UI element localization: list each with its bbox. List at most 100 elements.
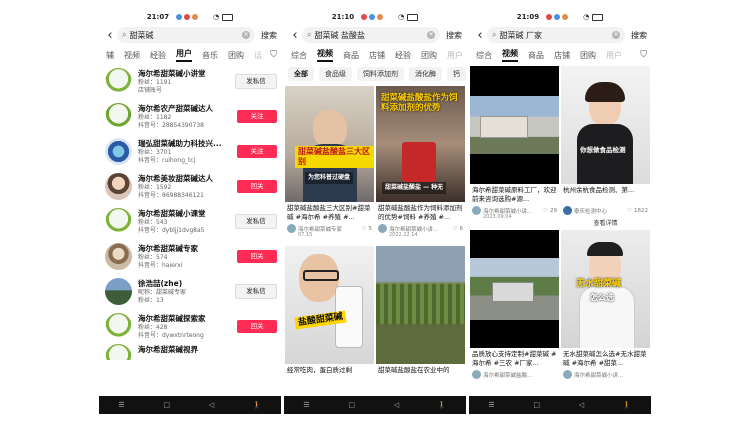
back-icon[interactable]: ‹	[473, 28, 487, 43]
video-card[interactable]: 盐酸甜菜碱 经常吃肉，蛋白质过剩	[285, 246, 374, 384]
clear-icon[interactable]: ✕	[427, 31, 435, 39]
user-nickname: 昵称：甜菜碱专家	[138, 289, 187, 296]
tab-shops[interactable]: 店铺	[369, 50, 385, 61]
home-icon[interactable]: □	[163, 401, 170, 409]
home-icon[interactable]: □	[533, 401, 540, 409]
video-card[interactable]: 甜菜碱盐酸盐在农业中的	[376, 246, 465, 384]
tab-video[interactable]: 视频	[317, 48, 333, 62]
back-icon[interactable]: ‹	[103, 28, 117, 43]
tab-group-buy[interactable]: 团购	[421, 50, 437, 61]
tab-topic[interactable]: 话	[254, 50, 262, 61]
user-fans: 粉丝：574	[138, 254, 168, 261]
filter-icon[interactable]: ⛉	[270, 50, 277, 60]
status-time: 21:09	[516, 13, 540, 21]
back-nav-icon[interactable]: ◁	[579, 401, 584, 409]
chip-feed-additive[interactable]: 饲料添加剂	[357, 67, 404, 81]
author-avatar	[472, 370, 481, 379]
notification-icon	[184, 14, 191, 20]
user-id: 抖音号：ruihong_tcj	[138, 157, 196, 164]
tab-music[interactable]: 音乐	[202, 50, 218, 61]
follow-button[interactable]: 关注	[237, 110, 277, 123]
follow-back-button[interactable]: 回关	[237, 250, 277, 263]
user-name: 海尔希甜菜碱专家	[138, 244, 198, 253]
video-card[interactable]: 品质放心支持定制#甜菜碱 #海尔希 #三农 #厂家... 海尔希甜菜碱盐酸...	[470, 230, 559, 381]
user-id: 抖音号：haierxi	[138, 262, 183, 269]
user-row[interactable]: 海尔希甜菜碱小课堂 粉丝：543 抖音号：dybljj1dvg8a5 发私信	[99, 204, 281, 239]
search-button[interactable]: 搜索	[261, 30, 277, 41]
video-card[interactable]: 海尔希甜菜碱原料工厂，欢迎前来咨询选购#源... 海尔希甜菜碱小讲... ♡ 29 …	[470, 66, 559, 220]
video-card[interactable]: 甜菜碱盐酸盐作为饲料添加剂的优势 甜菜碱盐酸盐 — 种无 甜菜碱盐酸盐作为饲料添…	[376, 86, 465, 238]
menu-icon[interactable]: ☰	[303, 401, 309, 409]
user-row[interactable]: 海尔希甜菜碱探索家 粉丝：428 抖音号：dywxtnrteong 回关	[99, 309, 281, 344]
accessibility-icon[interactable]: 🚶	[623, 401, 632, 409]
view-details-link[interactable]: 查看详情	[561, 218, 650, 227]
tab-general[interactable]: 综合	[476, 50, 492, 61]
clear-icon[interactable]: ✕	[242, 31, 250, 39]
tab-users[interactable]: 用户	[447, 50, 463, 61]
search-input[interactable]: ⌕ 甜菜碱 厂家 ✕	[487, 27, 625, 43]
follow-button[interactable]: 关注	[237, 145, 277, 158]
user-row[interactable]: 瑞弘甜菜碱助力科技兴... 粉丝：3701 抖音号：ruihong_tcj 关注	[99, 134, 281, 169]
video-card[interactable]: 甜菜碱盐酸盐三大区别 为您科普过硬盘 甜菜碱盐酸盐三大区别#甜菜碱 #海尔希 #…	[285, 86, 374, 238]
accessibility-icon[interactable]: 🚶	[253, 401, 262, 409]
user-row[interactable]: 海尔希甜菜碱视界	[99, 344, 281, 360]
filter-icon[interactable]: ⛉	[640, 50, 647, 60]
message-button[interactable]: 发私信	[235, 74, 277, 89]
tab-general[interactable]: 综合	[291, 50, 307, 61]
user-row[interactable]: 海尔希美妆甜菜碱达人 粉丝：1592 抖音号：86988346121 回关	[99, 169, 281, 204]
tab-group-buy[interactable]: 团购	[228, 50, 244, 61]
notification-icon	[377, 14, 384, 20]
tab-products[interactable]: 商品	[343, 50, 359, 61]
menu-icon[interactable]: ☰	[488, 401, 494, 409]
user-row[interactable]: 徐浩喆(zhe) 昵称：甜菜碱专家 粉丝：13 发私信	[99, 274, 281, 309]
user-row[interactable]: 海尔希甜菜碱小讲堂 粉丝：1191 店铺账号 发私信	[99, 64, 281, 99]
user-name: 海尔希甜菜碱视界	[138, 345, 198, 354]
video-title: 经常吃肉，蛋白质过剩	[287, 366, 352, 374]
tab-users[interactable]: 用户	[606, 50, 622, 61]
author-avatar	[563, 206, 572, 215]
message-button[interactable]: 发私信	[235, 214, 277, 229]
search-button[interactable]: 搜索	[631, 30, 647, 41]
follow-back-button[interactable]: 回关	[237, 180, 277, 193]
menu-icon[interactable]: ☰	[118, 401, 124, 409]
chip-food-grade[interactable]: 食品级	[319, 67, 352, 81]
chip-digestive-enzyme[interactable]: 消化酶	[409, 67, 442, 81]
search-query: 甜菜碱 盐酸盐	[314, 30, 366, 40]
tab-experience[interactable]: 经验	[395, 50, 411, 61]
video-author: 泰庆检测中心	[574, 208, 608, 215]
home-icon[interactable]: □	[348, 401, 355, 409]
tab-users[interactable]: 用户	[176, 48, 192, 62]
tab-item[interactable]: 辅	[106, 50, 114, 61]
video-thumbnail	[470, 66, 559, 184]
search-input[interactable]: ⌕ 甜菜碱 ✕	[117, 27, 255, 43]
tab-video[interactable]: 视频	[502, 48, 518, 62]
video-date: 2022.12.14	[389, 232, 418, 238]
accessibility-icon[interactable]: 🚶	[438, 401, 447, 409]
user-fans: 粉丝：543	[138, 219, 168, 226]
back-nav-icon[interactable]: ◁	[209, 401, 214, 409]
user-name: 徐浩喆(zhe)	[138, 279, 183, 288]
search-query: 甜菜碱 厂家	[499, 30, 543, 40]
back-nav-icon[interactable]: ◁	[394, 401, 399, 409]
tab-group-buy[interactable]: 团购	[580, 50, 596, 61]
message-button[interactable]: 发私信	[235, 284, 277, 299]
search-button[interactable]: 搜索	[446, 30, 462, 41]
tab-experience[interactable]: 经验	[150, 50, 166, 61]
clear-icon[interactable]: ✕	[612, 31, 620, 39]
video-subtitle-overlay: 怎么选	[590, 293, 614, 302]
search-bar: ‹ ⌕ 甜菜碱 厂家 ✕ 搜索	[469, 24, 651, 46]
video-card[interactable]: 无水甜菜碱 怎么选 无水甜菜碱怎么选#无水甜菜碱 #海尔希 #甜菜... 海尔希…	[561, 230, 650, 381]
search-input[interactable]: ⌕ 甜菜碱 盐酸盐 ✕	[302, 27, 440, 43]
tab-video[interactable]: 视频	[124, 50, 140, 61]
back-icon[interactable]: ‹	[288, 28, 302, 43]
tab-products[interactable]: 商品	[528, 50, 544, 61]
status-time: 21:07	[146, 13, 170, 21]
tab-shops[interactable]: 店铺	[554, 50, 570, 61]
follow-back-button[interactable]: 回关	[237, 320, 277, 333]
ad-video-card[interactable]: 你想做食品检测 杭州余杭食品检测、第... 泰庆检测中心 ♡ 1622 查看详情	[561, 66, 650, 227]
user-row[interactable]: 海尔希甜菜碱专家 粉丝：574 抖音号：haierxi 回关	[99, 239, 281, 274]
user-row[interactable]: 海尔希农产甜菜碱达人 粉丝：1182 抖音号：28854390738 关注	[99, 99, 281, 134]
chip-all[interactable]: 全部	[288, 67, 314, 81]
chip-calcium[interactable]: 钙	[447, 67, 466, 81]
video-title: 海尔希甜菜碱原料工厂，欢迎前来咨询选购#源...	[472, 186, 557, 203]
